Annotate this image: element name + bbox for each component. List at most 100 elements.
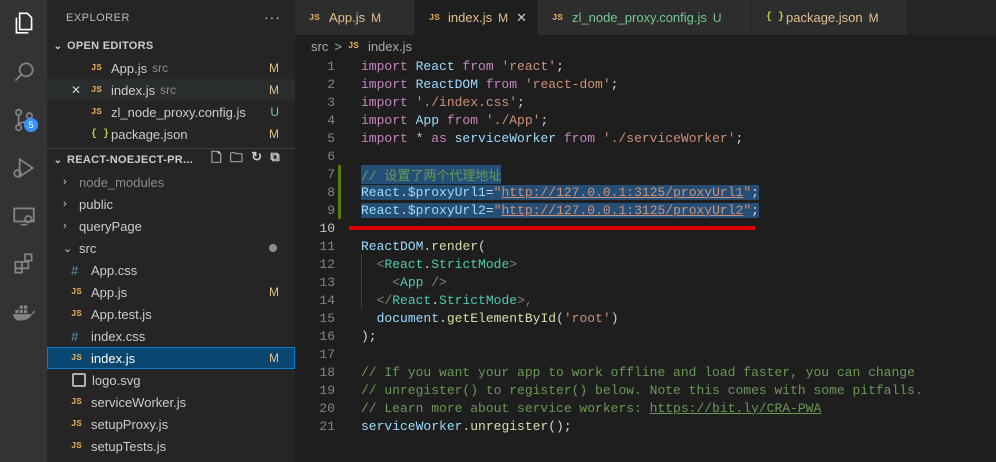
red-annotation-underline bbox=[349, 226, 755, 230]
scm-count-badge: 5 bbox=[24, 118, 38, 132]
code-url[interactable]: http://127.0.0.1:3125/proxyUrl1 bbox=[501, 185, 743, 200]
code-line: 11 ReactDOM.render( bbox=[295, 237, 996, 255]
extensions-icon[interactable] bbox=[0, 244, 47, 284]
tree-file-app-test-js[interactable]: JS App.test.js bbox=[47, 303, 295, 325]
js-file-icon: JS bbox=[429, 12, 440, 23]
chevron-down-icon: ⌄ bbox=[53, 40, 63, 52]
source-control-icon[interactable] bbox=[0, 100, 47, 140]
tab-app-js[interactable]: JS App.js M bbox=[295, 0, 415, 35]
code-line: 12 <React.StrictMode> bbox=[295, 255, 996, 273]
code-url[interactable]: http://127.0.0.1:3125/proxyUrl2 bbox=[501, 203, 743, 218]
open-editor-desc: src bbox=[160, 83, 177, 97]
chevron-down-icon: ⌄ bbox=[63, 242, 73, 255]
json-file-icon: { } bbox=[91, 128, 110, 140]
line-number: 2 bbox=[327, 76, 335, 92]
tree-file-setuptests-js[interactable]: JS setupTests.js bbox=[47, 435, 295, 457]
line-number: 17 bbox=[319, 346, 335, 362]
tab-proxy-config[interactable]: JS zl_node_proxy.config.js U bbox=[538, 0, 752, 35]
line-number: 3 bbox=[327, 94, 335, 110]
close-icon[interactable]: ✕ bbox=[516, 10, 527, 26]
code-line: 1 import React from 'react'; bbox=[295, 57, 996, 75]
line-number: 7 bbox=[327, 166, 335, 182]
docker-icon[interactable] bbox=[0, 292, 47, 332]
search-icon[interactable] bbox=[0, 52, 47, 92]
code-url[interactable]: https://bit.ly/CRA-PWA bbox=[650, 401, 822, 416]
remote-explorer-icon[interactable] bbox=[0, 196, 47, 236]
line-number: 14 bbox=[319, 292, 335, 308]
open-editor-index-js[interactable]: ✕ JS index.js src M bbox=[47, 79, 295, 101]
tab-index-js[interactable]: JS index.js M ✕ bbox=[415, 0, 538, 35]
project-header[interactable]: ⌄ REACT-NOEJECT-PR... 🗋 🗀 ↻ ⧉ bbox=[47, 148, 295, 171]
code-line: 6 bbox=[295, 147, 996, 165]
chevron-right-icon: › bbox=[63, 176, 67, 188]
breadcrumb: src > JS index.js bbox=[295, 35, 996, 57]
tree-file-app-js[interactable]: JS App.js M bbox=[47, 281, 295, 303]
svg-file-icon bbox=[72, 373, 86, 387]
js-file-icon: JS bbox=[309, 12, 320, 23]
tab-label: App.js bbox=[329, 10, 366, 25]
tree-file-app-css[interactable]: # App.css bbox=[47, 259, 295, 281]
tab-git-mark: M bbox=[498, 10, 509, 25]
css-file-icon: # bbox=[71, 262, 79, 278]
tree-folder-node-modules[interactable]: › node_modules bbox=[47, 171, 295, 193]
tree-file-index-css[interactable]: # index.css bbox=[47, 325, 295, 347]
folder-name: src bbox=[79, 240, 97, 256]
open-editor-app-js[interactable]: JS App.js src M bbox=[47, 57, 295, 79]
open-editor-name: zl_node_proxy.config.js bbox=[111, 104, 246, 120]
open-editor-proxy-config[interactable]: JS zl_node_proxy.config.js U bbox=[47, 101, 295, 123]
line-number: 5 bbox=[327, 130, 335, 146]
close-icon[interactable]: ✕ bbox=[71, 83, 91, 97]
tree-folder-querypage[interactable]: › queryPage bbox=[47, 215, 295, 237]
refresh-icon[interactable]: ↻ bbox=[251, 149, 262, 171]
collapse-all-icon[interactable]: ⧉ bbox=[270, 149, 280, 171]
css-file-icon: # bbox=[71, 328, 79, 344]
code-editor[interactable]: 1 import React from 'react'; 2 import Reac… bbox=[295, 57, 996, 462]
breadcrumb-file[interactable]: index.js bbox=[368, 39, 412, 54]
folder-name: node_modules bbox=[79, 174, 165, 190]
open-editors-header[interactable]: ⌄ OPEN EDITORS bbox=[47, 35, 295, 57]
git-status-badge: M bbox=[269, 127, 279, 141]
code-line: 3 import './index.css'; bbox=[295, 93, 996, 111]
line-number: 15 bbox=[319, 310, 335, 326]
new-folder-icon[interactable]: 🗀 bbox=[230, 149, 243, 171]
file-name: App.css bbox=[91, 262, 138, 278]
code-line: 15 document.getElementById('root') bbox=[295, 309, 996, 327]
code-line: 18// If you want your app to work offlin… bbox=[295, 363, 996, 381]
js-file-icon: JS bbox=[347, 41, 359, 51]
tab-label: index.js bbox=[448, 10, 493, 25]
tab-package-json[interactable]: { } package.json M bbox=[752, 0, 908, 35]
file-name: App.test.js bbox=[91, 306, 152, 322]
tree-file-logo-svg[interactable]: logo.svg bbox=[47, 369, 295, 391]
line-number: 1 bbox=[327, 58, 335, 74]
code-line: 8 React.$proxyUrl1="http://127.0.0.1:3125… bbox=[295, 183, 996, 201]
open-editor-name: package.json bbox=[111, 126, 188, 142]
chevron-down-icon: ⌄ bbox=[53, 154, 63, 166]
line-number: 4 bbox=[327, 112, 335, 128]
files-icon[interactable] bbox=[0, 3, 47, 43]
js-file-icon: JS bbox=[71, 309, 82, 319]
code-line: 16); bbox=[295, 327, 996, 345]
file-name: App.js bbox=[91, 284, 128, 300]
explorer-title: EXPLORER bbox=[66, 11, 130, 24]
chevron-right-icon: › bbox=[63, 220, 67, 232]
open-editor-package-json[interactable]: { } package.json M bbox=[47, 123, 295, 145]
code-line: 21 serviceWorker.unregister(); bbox=[295, 417, 996, 435]
run-debug-icon[interactable] bbox=[0, 148, 47, 188]
line-number: 11 bbox=[319, 238, 335, 254]
code-line: 4 import App from './App'; bbox=[295, 111, 996, 129]
new-file-icon[interactable]: 🗋 bbox=[211, 149, 222, 171]
js-file-icon: JS bbox=[91, 63, 102, 73]
breadcrumb-folder[interactable]: src bbox=[311, 39, 328, 54]
tree-folder-src[interactable]: ⌄ src bbox=[47, 237, 295, 259]
tab-label: package.json bbox=[786, 10, 863, 25]
more-actions-icon[interactable]: ··· bbox=[264, 9, 281, 25]
json-file-icon: { } bbox=[766, 12, 785, 23]
git-status-badge: M bbox=[269, 285, 279, 299]
tree-file-setupproxy-js[interactable]: JS setupProxy.js bbox=[47, 413, 295, 435]
tree-file-index-js[interactable]: JS index.js M bbox=[47, 347, 295, 369]
line-number: 6 bbox=[327, 148, 335, 164]
modified-dot bbox=[269, 244, 277, 252]
git-status-badge: M bbox=[269, 83, 279, 97]
tree-folder-public[interactable]: › public bbox=[47, 193, 295, 215]
tree-file-serviceworker-js[interactable]: JS serviceWorker.js bbox=[47, 391, 295, 413]
